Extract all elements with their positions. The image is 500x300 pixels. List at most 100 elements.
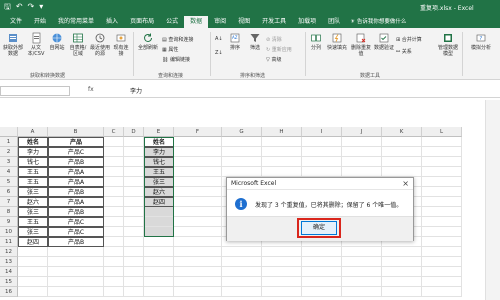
tab-review[interactable]: 审阅 (208, 16, 232, 28)
grid-cell[interactable] (18, 257, 48, 267)
table-cell[interactable] (144, 217, 174, 227)
sort-ascending-button[interactable]: A↓ (215, 36, 223, 42)
row-header[interactable]: 10 (0, 227, 18, 237)
grid-cell[interactable] (104, 197, 124, 207)
grid-cell[interactable] (422, 157, 462, 167)
table-cell[interactable]: 张三 (18, 187, 48, 197)
grid-cell[interactable] (422, 247, 462, 257)
get-external-data-button[interactable]: 获取外部数据 (2, 32, 24, 57)
table-cell[interactable]: 王五 (18, 167, 48, 177)
grid-cell[interactable] (174, 247, 222, 257)
grid-cell[interactable] (174, 137, 222, 147)
grid-cell[interactable] (104, 187, 124, 197)
grid-cell[interactable] (342, 247, 382, 257)
grid-cell[interactable] (382, 157, 422, 167)
from-csv-button[interactable]: 从文本/CSV (26, 32, 46, 57)
grid-cell[interactable] (262, 157, 302, 167)
table-cell[interactable]: 王五 (18, 177, 48, 187)
tab-addins[interactable]: 加载项 (292, 16, 322, 28)
grid-cell[interactable] (174, 267, 222, 277)
grid-cell[interactable] (174, 227, 222, 237)
table-cell[interactable]: 李力 (18, 147, 48, 157)
fx-icon[interactable]: fx (88, 86, 94, 93)
grid-cell[interactable] (342, 257, 382, 267)
ok-button[interactable]: 确定 (301, 221, 337, 235)
grid-cell[interactable] (422, 287, 462, 297)
grid-cell[interactable] (174, 167, 222, 177)
column-header[interactable]: K (382, 127, 422, 137)
grid-cell[interactable] (124, 227, 144, 237)
grid-cell[interactable] (144, 287, 174, 297)
row-header[interactable]: 14 (0, 267, 18, 277)
tab-data[interactable]: 数据 (184, 16, 209, 28)
grid-cell[interactable] (422, 217, 462, 227)
grid-cell[interactable] (174, 177, 222, 187)
table-cell[interactable]: 赵六 (144, 187, 174, 197)
column-header[interactable]: L (422, 127, 462, 137)
grid-cell[interactable] (222, 277, 262, 287)
row-header[interactable]: 12 (0, 247, 18, 257)
table-header-cell[interactable]: 姓名 (18, 137, 48, 147)
column-header[interactable]: H (262, 127, 302, 137)
grid-cell[interactable] (422, 177, 462, 187)
grid-cell[interactable] (422, 187, 462, 197)
row-header[interactable]: 1 (0, 137, 18, 147)
grid-cell[interactable] (174, 157, 222, 167)
table-cell[interactable]: 产品C (48, 227, 104, 237)
grid-cell[interactable] (302, 247, 342, 257)
table-cell[interactable]: 产品A (48, 167, 104, 177)
manage-data-model-button[interactable]: 管理数据模型 (436, 32, 460, 57)
save-icon[interactable]: 🖫 (4, 2, 11, 12)
grid-cell[interactable] (382, 267, 422, 277)
tell-me-search[interactable]: ☀ 告诉我你想要做什么 (346, 16, 406, 28)
existing-connections-button[interactable]: 现有连接 (112, 32, 130, 57)
grid-cell[interactable] (382, 147, 422, 157)
grid-cell[interactable] (174, 207, 222, 217)
table-cell[interactable] (144, 227, 174, 237)
grid-cell[interactable] (222, 247, 262, 257)
table-header-cell[interactable]: 产品 (48, 137, 104, 147)
grid-cell[interactable] (342, 157, 382, 167)
grid-cell[interactable] (382, 137, 422, 147)
grid-cell[interactable] (302, 257, 342, 267)
grid-cell[interactable] (144, 237, 174, 247)
table-cell[interactable]: 产品B (48, 157, 104, 167)
grid-cell[interactable] (104, 227, 124, 237)
undo-icon[interactable]: ↶ (16, 2, 23, 12)
grid-cell[interactable] (222, 167, 262, 177)
column-header[interactable]: C (104, 127, 124, 137)
recent-sources-button[interactable]: 最近使用的源 (90, 32, 110, 57)
grid-cell[interactable] (104, 237, 124, 247)
grid-cell[interactable] (342, 267, 382, 277)
refresh-all-button[interactable]: 全部刷新 (137, 32, 159, 51)
grid-cell[interactable] (18, 287, 48, 297)
table-cell[interactable]: 产品B (48, 237, 104, 247)
tab-formulas[interactable]: 公式 (160, 16, 184, 28)
grid-cell[interactable] (222, 267, 262, 277)
grid-cell[interactable] (124, 207, 144, 217)
row-header[interactable]: 13 (0, 257, 18, 267)
grid-cell[interactable] (262, 287, 302, 297)
consolidate-button[interactable]: ⊞ 合并计算 (396, 36, 422, 43)
grid-cell[interactable] (262, 137, 302, 147)
tab-team[interactable]: 团队 (322, 16, 346, 28)
grid-cell[interactable] (262, 167, 302, 177)
tab-file[interactable]: 文件 (4, 16, 28, 28)
table-cell[interactable]: 产品A (48, 197, 104, 207)
grid-cell[interactable] (342, 167, 382, 177)
column-header[interactable]: F (174, 127, 222, 137)
grid-cell[interactable] (222, 257, 262, 267)
grid-cell[interactable] (174, 147, 222, 157)
grid-cell[interactable] (382, 287, 422, 297)
row-header[interactable]: 6 (0, 187, 18, 197)
grid-cell[interactable] (222, 287, 262, 297)
grid-cell[interactable] (104, 137, 124, 147)
sort-descending-button[interactable]: Z↓ (215, 50, 223, 56)
grid-cell[interactable] (124, 267, 144, 277)
grid-cell[interactable] (174, 197, 222, 207)
grid-cell[interactable] (342, 287, 382, 297)
grid-cell[interactable] (144, 277, 174, 287)
grid-cell[interactable] (174, 217, 222, 227)
table-cell[interactable]: 王五 (144, 167, 174, 177)
tab-developer[interactable]: 开发工具 (256, 16, 292, 28)
